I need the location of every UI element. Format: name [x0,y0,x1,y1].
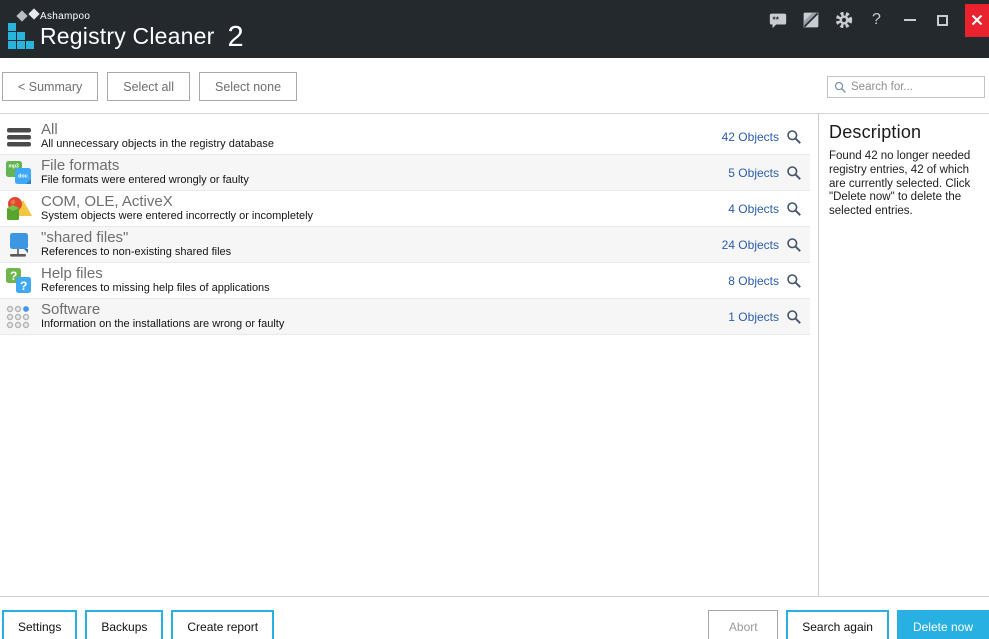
row-search-icon[interactable] [786,129,802,145]
feedback-icon[interactable]: ** [761,4,794,36]
description-body: Found 42 no longer needed registry entri… [829,150,985,219]
row-subtitle: System objects were entered incorrectly … [41,210,728,223]
title-bar: Ashampoo Registry Cleaner 2 ** [0,0,989,58]
row-search-icon[interactable] [786,309,802,325]
summary-button[interactable]: < Summary [2,72,98,101]
main-area: All All unnecessary objects in the regis… [0,114,989,596]
ashampoo-logo-icon [8,10,40,48]
row-title: File formats [41,158,728,174]
row-object-count: 8 Objects [728,274,779,288]
row-object-count: 4 Objects [728,202,779,216]
search-again-button[interactable]: Search again [786,610,889,639]
row-title: "shared files" [41,230,722,246]
description-panel: Description Found 42 no longer needed re… [819,114,989,596]
row-title: Software [41,302,728,318]
svg-text:?: ? [20,279,27,293]
maximize-icon[interactable] [926,4,959,36]
app-identity: Ashampoo Registry Cleaner 2 [40,11,244,50]
table-row[interactable]: Software Information on the installation… [0,299,810,335]
row-object-count: 1 Objects [728,310,779,324]
search-icon [834,81,847,94]
shared-files-icon [4,230,34,260]
table-row[interactable]: mp3doc File formats File formats were en… [0,155,810,191]
row-title: Help files [41,266,728,282]
table-row[interactable]: COM, OLE, ActiveX System objects were en… [0,191,810,227]
row-title: COM, OLE, ActiveX [41,194,728,210]
svg-text:doc: doc [18,173,28,179]
svg-text:**: ** [772,15,779,24]
footer-bar: Settings Backups Create report Abort Sea… [0,596,989,639]
row-subtitle: All unnecessary objects in the registry … [41,138,722,151]
table-row[interactable]: "shared files" References to non-existin… [0,227,810,263]
minimize-icon[interactable] [893,4,926,36]
settings-icon[interactable] [827,4,860,36]
table-row[interactable]: ?? Help files References to missing help… [0,263,810,299]
select-all-button[interactable]: Select all [107,72,190,101]
settings-button[interactable]: Settings [2,610,77,639]
menu-icon [4,122,34,152]
help-files-icon: ?? [4,266,34,296]
brand-name: Ashampoo [40,11,244,22]
search-input[interactable] [851,81,980,93]
row-search-icon[interactable] [786,165,802,181]
row-title: All [41,122,722,138]
description-title: Description [829,122,981,143]
file-formats-icon: mp3doc [4,158,34,188]
row-subtitle: References to non-existing shared files [41,246,722,259]
app-version: 2 [228,24,244,50]
select-none-button[interactable]: Select none [199,72,297,101]
row-object-count: 24 Objects [722,238,779,252]
toolbar: < Summary Select all Select none [0,58,989,114]
delete-now-button[interactable]: Delete now [897,610,989,639]
row-subtitle: File formats were entered wrongly or fau… [41,174,728,187]
app-title: Registry Cleaner [40,23,215,50]
row-search-icon[interactable] [786,201,802,217]
backups-button[interactable]: Backups [85,610,163,639]
com-ole-activex-icon [4,194,34,224]
row-subtitle: Information on the installations are wro… [41,318,728,331]
row-object-count: 42 Objects [722,130,779,144]
table-row[interactable]: All All unnecessary objects in the regis… [0,119,810,155]
create-report-button[interactable]: Create report [171,610,274,639]
row-object-count: 5 Objects [728,166,779,180]
help-glyph: ? [872,11,881,29]
close-icon[interactable] [965,4,989,37]
row-search-icon[interactable] [786,273,802,289]
software-icon [4,302,34,332]
row-subtitle: References to missing help files of appl… [41,282,728,295]
abort-button[interactable]: Abort [708,610,778,639]
results-list: All All unnecessary objects in the regis… [0,119,810,335]
notes-icon[interactable] [794,4,827,36]
row-search-icon[interactable] [786,237,802,253]
titlebar-controls: ** ? [761,0,989,40]
help-icon[interactable]: ? [860,4,893,36]
search-box [827,76,985,98]
